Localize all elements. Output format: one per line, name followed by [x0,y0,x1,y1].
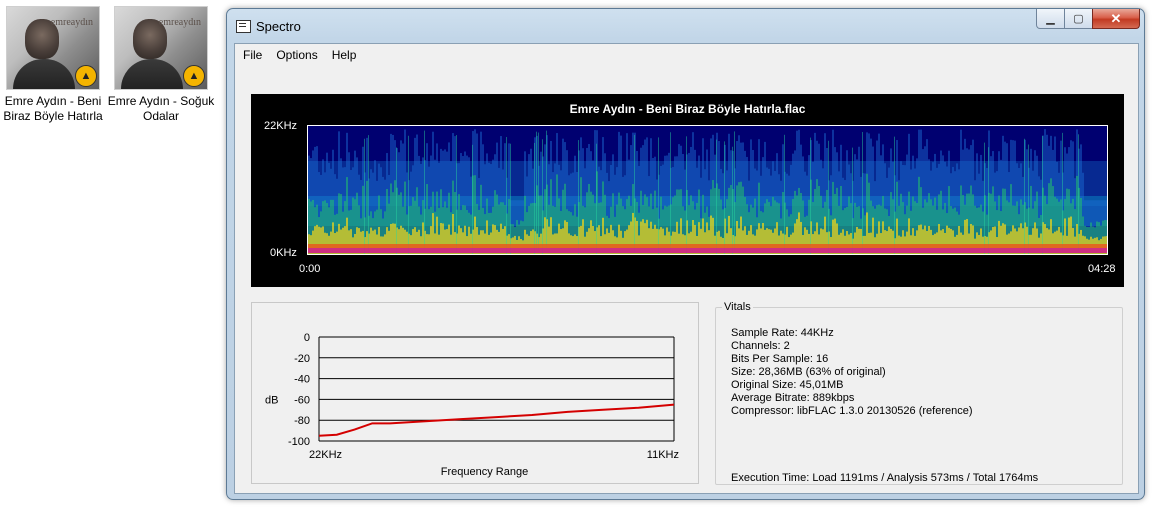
y-tick-label: -80 [294,415,310,427]
x-tick-label: 11KHz [647,449,679,461]
y-tick-label: -60 [294,394,310,406]
vitals-average-bitrate: Average Bitrate: 889kbps [731,392,855,404]
spectrogram-y-top-label: 22KHz [264,120,298,132]
vitals-legend: Vitals [722,301,753,313]
vitals-execution-time: Execution Time: Load 1191ms / Analysis 5… [731,472,1039,484]
spectrogram-x-end-label: 04:28 [1088,263,1116,275]
menu-options[interactable]: Options [269,48,324,62]
vitals-compressor: Compressor: libFLAC 1.3.0 20130526 (refe… [731,405,973,417]
frequency-chart-panel: 0 -20 -40 -60 -80 -100 22KHz 11KHz Frequency Ran… [251,302,699,484]
client-area: File Options Help Emre Aydın - Beni Bira… [234,43,1139,494]
window-controls: ▁ ▢ ✕ [1036,9,1140,31]
spectrogram-panel: Emre Aydın - Beni Biraz Böyle Hatırla.fl… [251,94,1124,287]
desktop-icon-label: Emre Aydın - Soğuk Odalar [107,94,215,123]
vitals-sample-rate: Sample Rate: 44KHz [731,327,834,339]
close-button[interactable]: ✕ [1092,9,1140,29]
desktop-icon-label: Emre Aydın - Beni Biraz Böyle Hatırla [3,94,103,123]
spectrogram-texture [308,126,1107,254]
vitals-size: Size: 28,36MB (63% of original) [731,366,886,378]
menu-file[interactable]: File [236,48,269,62]
y-tick-label: -40 [294,374,310,386]
menu-bar: File Options Help [235,44,1138,66]
vlc-badge-icon: ▲ [183,65,205,87]
y-tick-label: -20 [294,353,310,365]
x-tick-label: 22KHz [309,449,342,461]
minimize-button[interactable]: ▁ [1036,9,1065,29]
app-icon[interactable] [236,20,251,33]
spectro-window: Spectro ▁ ▢ ✕ File Options Help Emre Ayd… [226,8,1145,500]
vitals-groupbox: Vitals Sample Rate: 44KHz Channels: 2 Bi… [715,301,1123,485]
window-title: Spectro [256,19,301,34]
x-axis-label: Frequency Range [441,466,528,478]
y-axis-label: dB [265,394,278,406]
album-art-thumbnail: emreaydın ▲ [6,6,100,90]
vitals-channels: Channels: 2 [731,340,790,352]
menu-help[interactable]: Help [325,48,364,62]
vitals-original-size: Original Size: 45,01MB [731,379,844,391]
spectrogram-svg [308,126,1107,254]
desktop-icon-beni-biraz[interactable]: emreaydın ▲ Emre Aydın - Beni Biraz Böyl… [0,6,108,124]
title-bar[interactable]: Spectro ▁ ▢ ✕ [227,9,1144,41]
y-tick-label: 0 [304,332,310,344]
spectrogram-y-bottom-label: 0KHz [270,247,297,259]
spectrogram-x-start-label: 0:00 [299,263,321,275]
album-art-thumbnail: emreaydın ▲ [114,6,208,90]
vlc-badge-icon: ▲ [75,65,97,87]
spectrogram-image [307,125,1108,255]
vitals-bits-per-sample: Bits Per Sample: 16 [731,353,829,365]
spectrogram-title: Emre Aydın - Beni Biraz Böyle Hatırla.fl… [569,102,806,116]
y-tick-label: -100 [288,436,310,448]
desktop-icon-soguk-odalar[interactable]: emreaydın ▲ Emre Aydın - Soğuk Odalar [106,6,216,124]
frequency-chart: 0 -20 -40 -60 -80 -10022KHz 11KHz Frequency Ran… [265,332,679,478]
maximize-button[interactable]: ▢ [1064,9,1093,29]
